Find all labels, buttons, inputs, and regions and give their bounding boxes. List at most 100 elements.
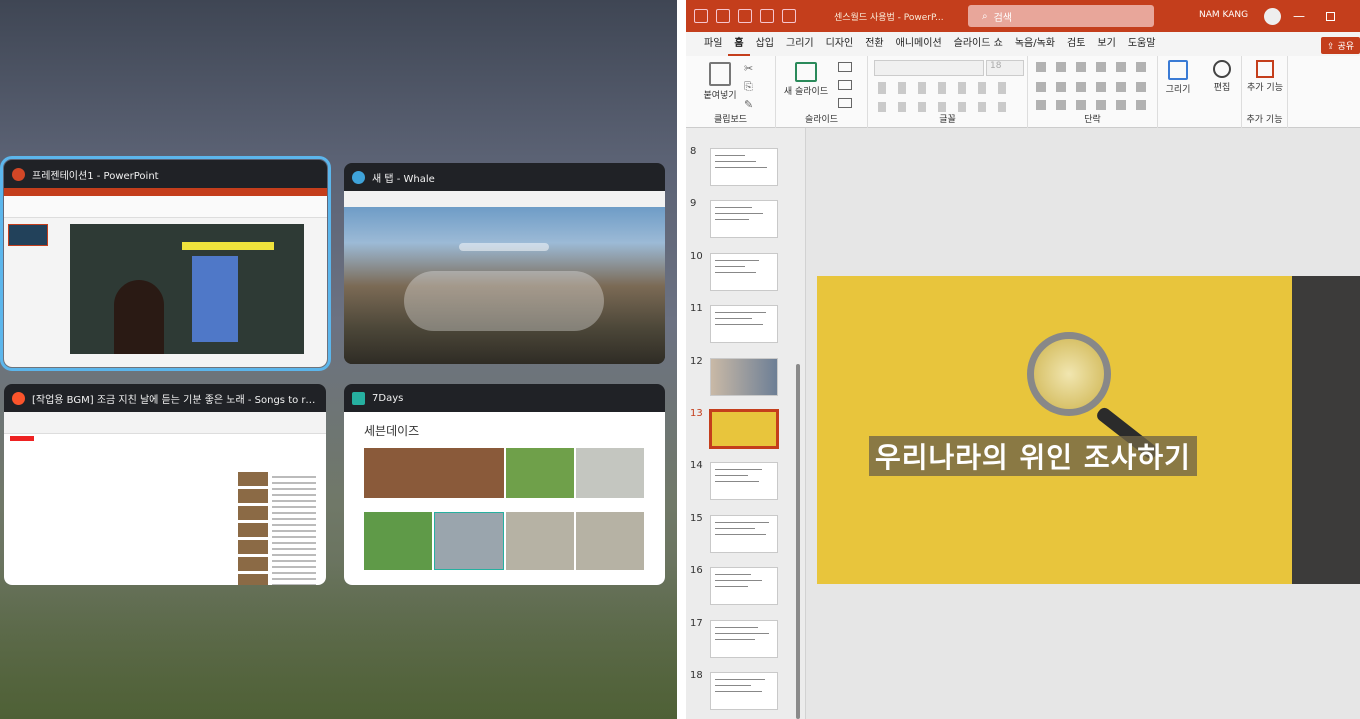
slide-thumbnail[interactable]	[710, 148, 778, 186]
copy-icon[interactable]: ⎘	[744, 80, 753, 94]
undo-icon[interactable]	[738, 9, 752, 23]
brave-icon	[12, 391, 25, 405]
addin-button[interactable]: 추가 기능	[1246, 60, 1284, 93]
tab-11[interactable]: 도움말	[1122, 32, 1162, 56]
draw-icon	[1168, 60, 1188, 80]
magnifier-image	[1027, 332, 1111, 416]
slide-number: 15	[690, 512, 703, 524]
title-bar: 센스월드 사용법 - PowerP... ⌕ 검색 NAM KANG —	[686, 0, 1360, 32]
tab-0[interactable]: 파일	[698, 32, 728, 56]
font-family-select[interactable]	[874, 60, 984, 76]
thumbnail-scrollbar[interactable]	[796, 134, 801, 719]
slide-thumbnail[interactable]	[710, 200, 778, 239]
section-icon[interactable]	[838, 98, 852, 108]
window-preview	[4, 188, 327, 367]
slide-thumbnail[interactable]	[710, 462, 778, 501]
cut-icon[interactable]: ✂	[744, 62, 753, 75]
avatar[interactable]	[1264, 8, 1281, 25]
clipboard-group-label: 클립보드	[713, 115, 748, 125]
window-title: 7Days	[372, 392, 404, 404]
redo-icon[interactable]	[760, 9, 774, 23]
snap-window-7days[interactable]: 7Days 세븐데이즈	[344, 384, 665, 585]
window-preview: 세븐데이즈	[344, 412, 665, 585]
snap-window-brave[interactable]: [작업용 BGM] 조금 지친 날에 듣는 기분 좋은 노래 - Songs t…	[4, 384, 326, 585]
slide-number: 12	[690, 355, 703, 367]
tab-1[interactable]: 홈	[728, 32, 750, 56]
thumbnail-text-line	[715, 521, 769, 523]
font-size-value: 18	[990, 61, 1002, 71]
tab-5[interactable]: 전환	[859, 32, 889, 56]
thumbnail-text-line	[715, 533, 766, 535]
7days-heading: 세븐데이즈	[364, 424, 420, 438]
slide-number: 13	[690, 408, 703, 419]
tab-4[interactable]: 디자인	[820, 32, 860, 56]
edit-label: 편집	[1213, 83, 1231, 93]
snap-window-powerpoint[interactable]: 프레젠테이션1 - PowerPoint	[0, 156, 331, 371]
magnifier-icon	[1213, 60, 1231, 78]
slide-number: 14	[690, 460, 703, 472]
paragraph-group-label: 단락	[1084, 115, 1101, 125]
slide-number: 17	[690, 617, 703, 629]
font-group-label: 글꼴	[939, 115, 956, 125]
maximize-button[interactable]	[1326, 12, 1335, 21]
current-slide[interactable]: 우리나라의 위인 조사하기	[817, 276, 1360, 584]
tab-6[interactable]: 애니메이션	[890, 32, 948, 56]
save-icon[interactable]	[716, 9, 730, 23]
window-title: 새 탭 - Whale	[372, 173, 435, 185]
tab-3[interactable]: 그리기	[780, 32, 820, 56]
present-icon[interactable]	[782, 9, 796, 23]
slide-thumbnail[interactable]	[710, 514, 778, 553]
slide-thumbnail[interactable]	[710, 252, 778, 291]
thumbnail-text-line	[715, 155, 745, 156]
tab-8[interactable]: 녹음/녹화	[1009, 32, 1061, 56]
search-input[interactable]: ⌕ 검색	[968, 5, 1154, 27]
draw-button[interactable]: 그리기	[1162, 60, 1194, 95]
tab-10[interactable]: 보기	[1091, 32, 1121, 56]
slide-thumbnail[interactable]	[710, 619, 778, 658]
layout-icon[interactable]	[838, 62, 852, 72]
slide-thumbnail[interactable]	[710, 357, 778, 396]
share-button[interactable]: ⇪ 공유	[1321, 37, 1360, 54]
search-icon: ⌕	[982, 10, 988, 22]
thumbnail-text-line	[715, 481, 759, 483]
font-size-select[interactable]: 18	[986, 60, 1024, 76]
format-painter-icon[interactable]: ✎	[744, 98, 753, 111]
user-name[interactable]: NAM KANG	[1199, 10, 1248, 20]
search-placeholder: 검색	[993, 12, 1013, 24]
new-slide-button[interactable]: 새 슬라이드	[780, 62, 832, 97]
slides-group-label: 슬라이드	[804, 115, 839, 125]
minimize-button[interactable]: —	[1293, 9, 1305, 23]
slide-thumbnail[interactable]	[709, 409, 779, 449]
scrollbar-thumb[interactable]	[796, 364, 800, 719]
ribbon-tabs: 파일 홈 삽입 그리기 디자인 전환 애니메이션 슬라이드 쇼 녹음/녹화 검토 보기 도움말	[686, 32, 1360, 56]
slide-canvas: 우리나라의 위인 조사하기	[806, 128, 1360, 719]
tab-9[interactable]: 검토	[1061, 32, 1091, 56]
font-format-row	[878, 82, 1018, 94]
addin-group: 추가 기능 추가 기능	[1242, 56, 1288, 128]
slide-thumbnail[interactable]	[710, 672, 778, 710]
thumbnail-text-line	[715, 259, 759, 261]
font-color-row	[878, 102, 1018, 112]
powerpoint-icon	[12, 167, 25, 181]
tab-7[interactable]: 슬라이드 쇼	[948, 32, 1009, 56]
slide-thumbnail[interactable]	[710, 567, 778, 606]
paste-icon	[709, 62, 731, 86]
paragraph-row-1	[1036, 62, 1150, 72]
thumbnail-text-line	[715, 324, 763, 326]
thumbnail-text-line	[715, 271, 756, 273]
tab-2[interactable]: 삽입	[750, 32, 780, 56]
paste-button[interactable]: 붙여넣기	[696, 62, 744, 101]
slide-number: 9	[690, 198, 697, 210]
reset-icon[interactable]	[838, 80, 852, 90]
slide-thumbnail-pane: 8 9 10 11 12 13 14 15 16 17 18	[686, 128, 806, 719]
7days-icon	[352, 391, 365, 405]
slide-thumbnail[interactable]	[710, 305, 778, 344]
snap-window-whale[interactable]: 새 탭 - Whale	[344, 163, 665, 364]
thumbnail-text-line	[715, 691, 762, 692]
thumbnail-text-line	[715, 475, 748, 477]
thumbnail-text-line	[715, 312, 766, 314]
thumbnail-text-line	[715, 638, 755, 640]
slide-title[interactable]: 우리나라의 위인 조사하기	[869, 436, 1197, 476]
paragraph-row-2	[1036, 82, 1150, 92]
edit-button[interactable]: 편집	[1206, 60, 1238, 93]
